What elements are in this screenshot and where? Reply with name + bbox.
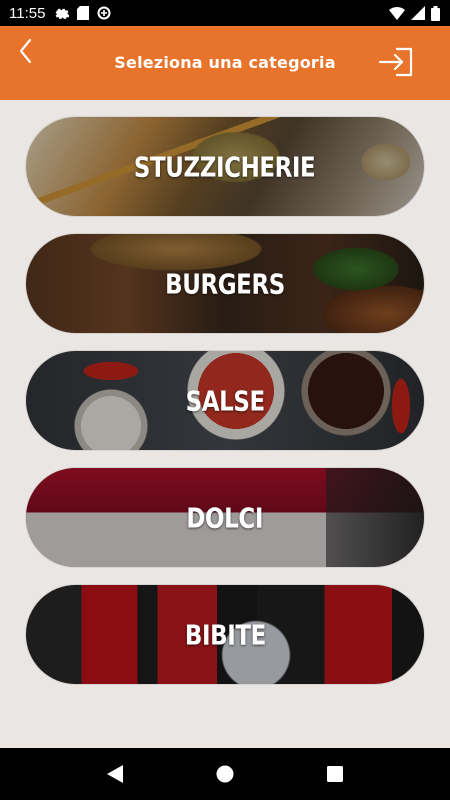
gear-icon — [56, 8, 70, 19]
nav-recents-button[interactable] — [323, 762, 347, 786]
system-nav-bar — [0, 748, 450, 800]
category-label: BURGERS — [165, 267, 285, 300]
category-salse[interactable]: SALSE — [26, 351, 424, 450]
status-time: 11:55 — [9, 4, 46, 22]
category-list: STUZZICHERIE BURGERS SALSE DOLCI BIBITE — [26, 117, 424, 702]
back-triangle-icon — [107, 765, 123, 783]
category-label: DOLCI — [186, 501, 264, 534]
logout-icon[interactable] — [378, 46, 414, 78]
category-dolci[interactable]: DOLCI — [26, 468, 424, 567]
category-label: STUZZICHERIE — [134, 150, 316, 183]
home-circle-icon — [216, 765, 234, 783]
recents-square-icon — [327, 766, 343, 782]
data-saver-icon — [97, 6, 111, 20]
status-bar: 11:55 — [0, 0, 450, 26]
category-bibite[interactable]: BIBITE — [26, 585, 424, 684]
signal-icon — [411, 6, 425, 20]
nav-home-button[interactable] — [213, 762, 237, 786]
battery-icon — [431, 5, 440, 21]
app-bar: Seleziona una categoria — [0, 26, 450, 100]
sd-card-icon — [77, 6, 90, 20]
category-label: BIBITE — [184, 618, 266, 651]
category-stuzzicherie[interactable]: STUZZICHERIE — [26, 117, 424, 216]
category-burgers[interactable]: BURGERS — [26, 234, 424, 333]
nav-back-button[interactable] — [103, 762, 127, 786]
category-label: SALSE — [185, 384, 265, 417]
wifi-icon — [389, 7, 405, 20]
